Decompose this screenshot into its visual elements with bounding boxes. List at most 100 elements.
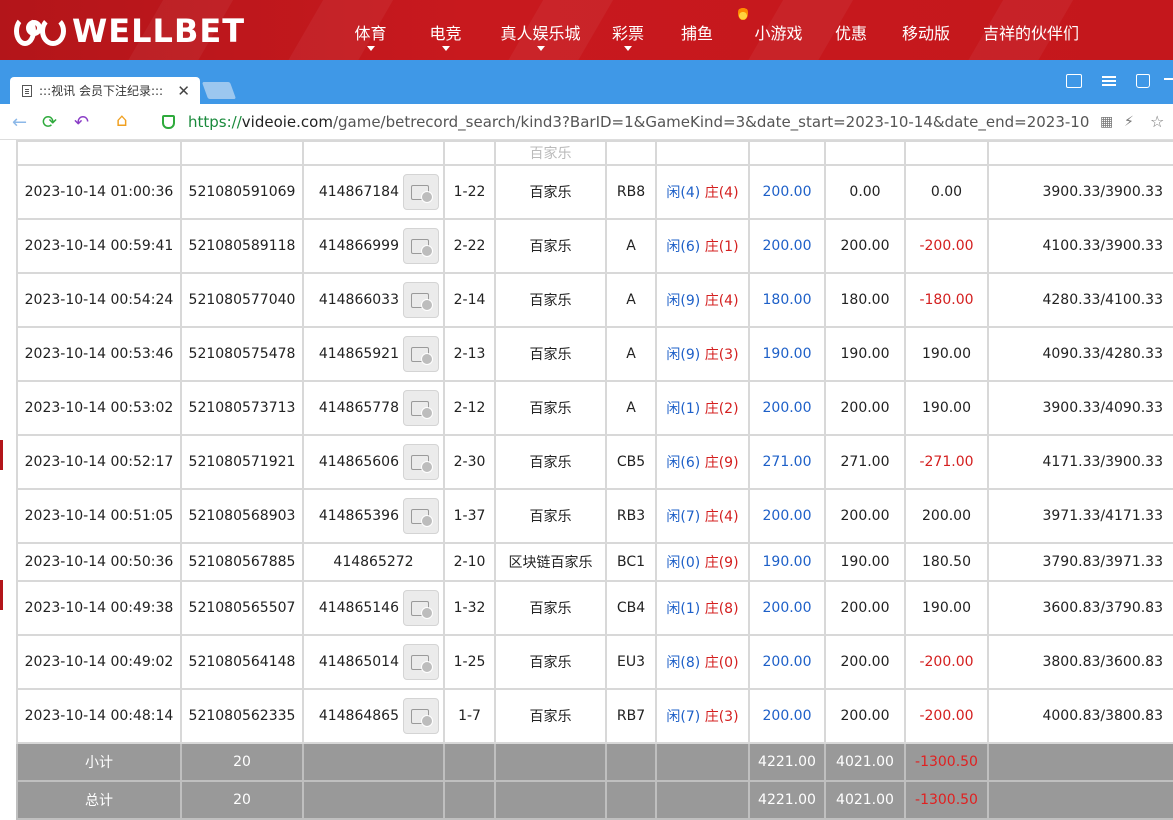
- video-replay-icon[interactable]: [403, 228, 439, 264]
- skin-icon[interactable]: [1136, 74, 1150, 88]
- balance: 3900.33/4090.33: [987, 380, 1173, 436]
- table-number: 1-25: [443, 634, 496, 690]
- player-score: 闲(6): [666, 239, 701, 255]
- bet-amount: 190.00: [748, 326, 826, 382]
- win-loss: 190.00: [904, 326, 989, 382]
- video-replay-icon[interactable]: [403, 590, 439, 626]
- nav-item[interactable]: 小游戏: [736, 0, 821, 60]
- subtotal-label: 小计: [16, 742, 182, 782]
- address-bar: ← ⟳ ↶ ⌂ https://videoie.com/game/betreco…: [0, 104, 1173, 140]
- order-number: 521080568903: [180, 488, 304, 544]
- valid-bet: 200.00: [824, 688, 906, 744]
- bet-time: 2023-10-14 00:53:46: [16, 326, 182, 382]
- game-result: 闲(7) 庄(4): [655, 488, 750, 544]
- url-input[interactable]: https://videoie.com/game/betrecord_searc…: [188, 113, 1173, 131]
- browser-tab-active[interactable]: :::视讯 会员下注纪录::: ✕: [10, 77, 200, 104]
- order-number: 521080589118: [180, 218, 304, 274]
- player-score: 闲(7): [666, 509, 701, 525]
- dropdown-arrow-icon: [624, 46, 632, 51]
- valid-bet: 200.00: [824, 218, 906, 274]
- bet-time: 2023-10-14 01:00:36: [16, 164, 182, 220]
- player-score: 闲(8): [666, 655, 701, 671]
- table-number: 1-37: [443, 488, 496, 544]
- valid-bet: 200.00: [824, 634, 906, 690]
- table-cell: [904, 140, 989, 166]
- subtotal-bet: 4221.00: [748, 742, 826, 782]
- order-number: 521080564148: [180, 634, 304, 690]
- table-code: CB5: [605, 434, 657, 490]
- win-loss: -271.00: [904, 434, 989, 490]
- grid-icon[interactable]: ▦: [1100, 114, 1113, 130]
- win-loss: -200.00: [904, 634, 989, 690]
- banker-score: 庄(2): [704, 401, 739, 417]
- nav-item[interactable]: 优惠: [821, 0, 881, 60]
- banker-score: 庄(3): [704, 347, 739, 363]
- video-replay-icon[interactable]: [403, 282, 439, 318]
- flash-icon[interactable]: ⚡: [1124, 114, 1134, 130]
- game-result: 闲(9) 庄(3): [655, 326, 750, 382]
- round-number-cell: 414865778: [302, 380, 445, 436]
- nav-item-label: 电竞: [429, 24, 462, 43]
- video-replay-icon[interactable]: [403, 444, 439, 480]
- player-score: 闲(0): [666, 555, 701, 571]
- game-name: 百家乐: [494, 434, 607, 490]
- home-icon[interactable]: ⌂: [116, 110, 127, 131]
- table-number: 2-22: [443, 218, 496, 274]
- video-replay-icon[interactable]: [403, 644, 439, 680]
- site-logo[interactable]: WELLBET: [14, 12, 245, 50]
- table-code: BC1: [605, 542, 657, 582]
- table-cell: [302, 140, 445, 166]
- total-bet: 4221.00: [748, 780, 826, 820]
- round-number: 414865778: [318, 400, 399, 416]
- nav-item[interactable]: 吉祥的伙伴们: [971, 0, 1091, 60]
- empty-cell: [443, 780, 496, 820]
- new-tab-button[interactable]: [201, 82, 237, 99]
- round-number-cell: 414865396: [302, 488, 445, 544]
- empty-cell: [302, 742, 445, 782]
- round-number: 414865146: [318, 600, 399, 616]
- balance: 3971.33/4171.33: [987, 488, 1173, 544]
- subtotal-valid: 4021.00: [824, 742, 906, 782]
- sidebar-toggle-icon[interactable]: [1066, 74, 1082, 88]
- round-number: 414866999: [318, 238, 399, 254]
- table-cell: [16, 140, 182, 166]
- favorite-star-icon[interactable]: ☆: [1150, 112, 1164, 131]
- table-number: 2-30: [443, 434, 496, 490]
- decoration: [0, 580, 3, 610]
- video-replay-icon[interactable]: [403, 390, 439, 426]
- nav-item[interactable]: 捕鱼: [658, 0, 748, 60]
- balance: 4090.33/4280.33: [987, 326, 1173, 382]
- game-result: 闲(1) 庄(2): [655, 380, 750, 436]
- close-tab-icon[interactable]: ✕: [177, 82, 190, 100]
- empty-cell: [655, 780, 750, 820]
- player-score: 闲(1): [666, 401, 701, 417]
- round-number-cell: 414865272: [302, 542, 445, 582]
- nav-item[interactable]: 真人娱乐城: [483, 0, 598, 60]
- back-arrow-icon[interactable]: ←: [12, 112, 27, 133]
- reload-icon[interactable]: ⟳: [42, 112, 57, 133]
- table-row: 2023-10-14 00:49:02 521080564148 414865014…: [16, 634, 1173, 690]
- balance: 3790.83/3971.33: [987, 542, 1173, 582]
- nav-item[interactable]: 电竞: [408, 0, 483, 60]
- order-number: 521080567885: [180, 542, 304, 582]
- table-cell: [748, 140, 826, 166]
- round-number: 414864865: [318, 708, 399, 724]
- video-replay-icon[interactable]: [403, 336, 439, 372]
- menu-icon[interactable]: [1102, 76, 1116, 78]
- undo-icon[interactable]: ↶: [74, 112, 89, 133]
- video-replay-icon[interactable]: [403, 698, 439, 734]
- balance: 4171.33/3900.33: [987, 434, 1173, 490]
- banker-score: 庄(4): [704, 509, 739, 525]
- balance: 3600.83/3790.83: [987, 580, 1173, 636]
- bet-amount: 200.00: [748, 218, 826, 274]
- bet-time: 2023-10-14 00:50:36: [16, 542, 182, 582]
- dropdown-arrow-icon: [441, 46, 450, 51]
- video-replay-icon[interactable]: [403, 498, 439, 534]
- nav-item[interactable]: 彩票: [598, 0, 658, 60]
- video-replay-icon[interactable]: [403, 174, 439, 210]
- nav-item[interactable]: 体育: [333, 0, 408, 60]
- nav-item[interactable]: 移动版: [881, 0, 971, 60]
- subtotal-row: 小计 20 4221.00 4021.00 -1300.50: [16, 742, 1173, 782]
- empty-cell: [987, 742, 1173, 782]
- minimize-icon[interactable]: [1164, 78, 1173, 80]
